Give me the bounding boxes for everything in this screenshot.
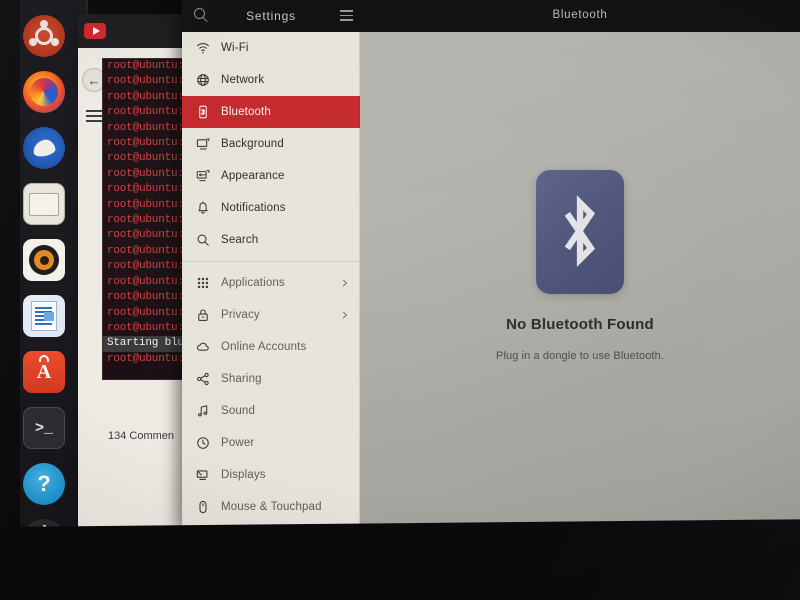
music-note-icon: [196, 404, 210, 418]
cloud-icon: [196, 340, 210, 354]
sidebar-item-mouse-touchpad[interactable]: Mouse & Touchpad: [182, 491, 360, 523]
no-bluetooth-subtext: Plug in a dongle to use Bluetooth.: [496, 350, 664, 362]
hamburger-menu-icon[interactable]: [86, 110, 102, 125]
desktop-bottom-fill: [0, 560, 800, 600]
sidebar-item-sharing[interactable]: Sharing: [182, 363, 360, 395]
settings-window[interactable]: Settings Bluetooth Wi-Fi Network Bluetooth…: [182, 0, 800, 529]
sidebar-item-label: Bluetooth: [221, 106, 271, 118]
sidebar-item-label: Privacy: [221, 309, 260, 321]
sidebar-item-applications[interactable]: Applications: [182, 267, 360, 299]
sidebar-item-label: Network: [221, 74, 265, 86]
panel-title: Bluetooth: [552, 9, 608, 21]
sidebar-item-label: Wi-Fi: [221, 42, 249, 54]
sidebar-item-label: Appearance: [221, 170, 285, 182]
titlebar-left-section: Settings: [182, 0, 360, 32]
firefox-icon: [23, 71, 65, 113]
writer-document-icon: [23, 295, 65, 337]
sidebar-item-online-accounts[interactable]: Online Accounts: [182, 331, 360, 363]
sidebar-item-label: Applications: [221, 277, 285, 289]
sidebar-item-label: Mouse & Touchpad: [221, 501, 322, 513]
lock-icon: [196, 308, 210, 322]
sidebar-item-label: Notifications: [221, 202, 286, 214]
sidebar-item-notifications[interactable]: Notifications: [182, 192, 360, 224]
sidebar-item-search[interactable]: Search: [182, 224, 360, 256]
window-titlebar: Settings Bluetooth: [182, 0, 800, 32]
sidebar-separator: [182, 261, 360, 262]
thunderbird-icon: [23, 127, 65, 169]
sidebar-item-label: Sharing: [221, 373, 262, 385]
applications-icon: [196, 276, 210, 290]
bluetooth-large-icon: [535, 170, 624, 294]
terminal-icon: >_: [23, 407, 65, 449]
files-folder-icon: [23, 183, 65, 225]
bell-icon: [196, 201, 210, 215]
search-icon: [196, 233, 210, 247]
sidebar-item-label: Search: [221, 234, 259, 246]
hamburger-menu-icon[interactable]: [340, 10, 353, 24]
sidebar-item-power[interactable]: Power: [182, 427, 360, 459]
window-body: Wi-Fi Network Bluetooth Background Appearanc…: [182, 32, 800, 529]
sidebar-item-background[interactable]: Background: [182, 128, 360, 160]
software-bag-icon: [23, 351, 65, 393]
settings-sidebar[interactable]: Wi-Fi Network Bluetooth Background Appearanc…: [182, 32, 360, 529]
sidebar-item-sound[interactable]: Sound: [182, 395, 360, 427]
no-bluetooth-state: No Bluetooth Found Plug in a dongle to u…: [496, 170, 664, 362]
sidebar-item-bluetooth[interactable]: Bluetooth: [182, 96, 360, 128]
power-icon: [196, 436, 210, 450]
no-bluetooth-heading: No Bluetooth Found: [506, 316, 654, 333]
sidebar-item-label: Sound: [221, 405, 256, 417]
share-icon: [196, 372, 210, 386]
comments-count: 134 Commen: [108, 430, 175, 442]
chevron-right-icon: [339, 279, 348, 287]
bluetooth-icon: [196, 105, 210, 119]
display-icon: [196, 468, 210, 482]
titlebar-right-section: Bluetooth: [360, 0, 800, 32]
sidebar-item-label: Displays: [221, 469, 266, 481]
background-icon: [196, 137, 210, 151]
wifi-icon: [196, 41, 210, 55]
sidebar-item-label: Online Accounts: [221, 341, 307, 353]
chevron-right-icon: [339, 311, 348, 319]
sidebar-item-label: Power: [221, 437, 255, 449]
sidebar-item-wi-fi[interactable]: Wi-Fi: [182, 32, 360, 64]
screen-photo: >_? ← root@ubuntu:/root@ubuntu:/root@ubu…: [0, 0, 800, 600]
sidebar-item-label: Background: [221, 138, 284, 150]
app-title: Settings: [246, 9, 296, 23]
network-globe-icon: [196, 73, 210, 87]
bluetooth-panel: No Bluetooth Found Plug in a dongle to u…: [360, 32, 800, 529]
mouse-icon: [196, 500, 210, 514]
ubuntu-logo-icon: [23, 15, 65, 57]
rhythmbox-icon: [23, 239, 65, 281]
help-question-icon: ?: [23, 463, 65, 505]
youtube-play-icon: [84, 23, 106, 39]
sidebar-item-displays[interactable]: Displays: [182, 459, 360, 491]
sidebar-item-network[interactable]: Network: [182, 64, 360, 96]
screen-left-bezel: [0, 0, 20, 600]
appearance-icon: [196, 169, 210, 183]
sidebar-item-appearance[interactable]: Appearance: [182, 160, 360, 192]
sidebar-item-privacy[interactable]: Privacy: [182, 299, 360, 331]
